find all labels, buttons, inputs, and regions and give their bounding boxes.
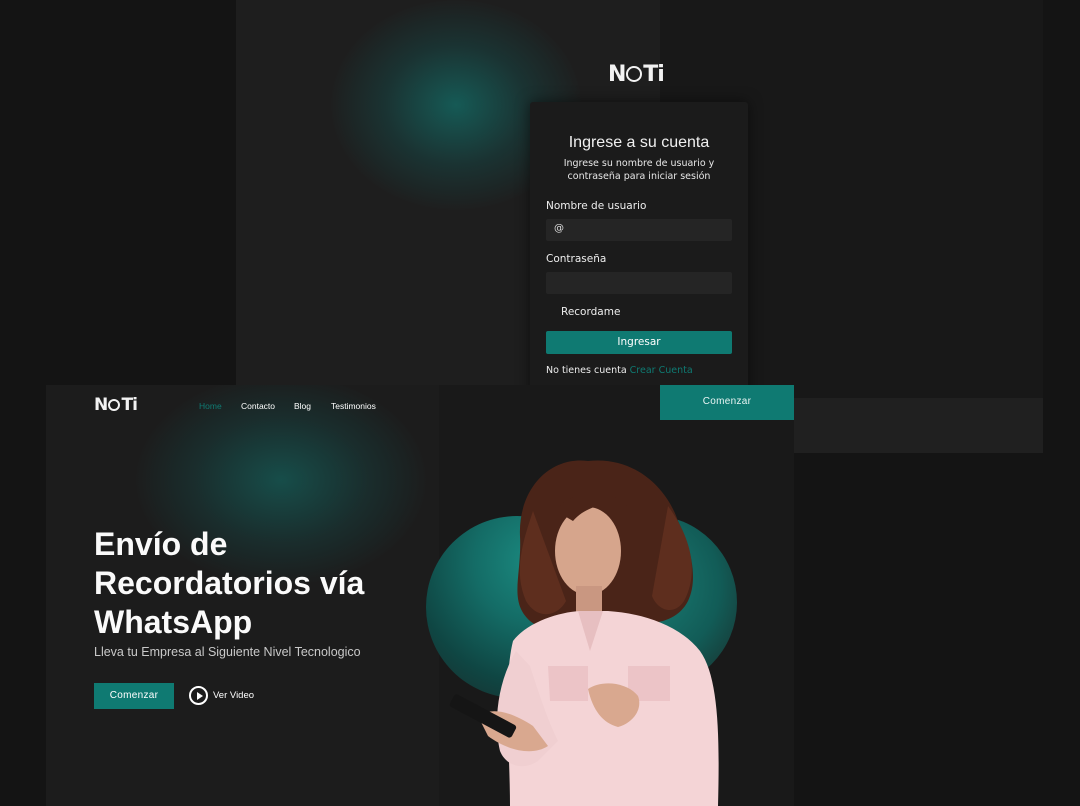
hero-subtitle: Lleva tu Empresa al Siguiente Nivel Tecn…: [94, 645, 361, 659]
remember-checkbox[interactable]: [546, 307, 556, 317]
play-icon[interactable]: [189, 686, 208, 705]
hero-title: Envío de Recordatorios vía WhatsApp: [94, 526, 365, 640]
landing-page: N Ti Home Contacto Blog Testimonios Comen…: [46, 385, 794, 806]
username-label: Nombre de usuario: [546, 200, 647, 212]
login-title: Ingrese a su cuenta: [568, 134, 710, 151]
comenzar-hero-button[interactable]: Comenzar: [94, 683, 174, 709]
nav-testimonios[interactable]: Testimonios: [331, 401, 376, 411]
login-logo: N Ti: [608, 62, 665, 87]
landing-logo[interactable]: N Ti: [94, 395, 138, 415]
no-account-row: No tienes cuenta Crear Cuenta: [546, 365, 693, 376]
password-label: Contraseña: [546, 253, 607, 265]
login-card: Ingrese a su cuenta Ingrese su nombre de…: [530, 102, 748, 402]
nav-blog[interactable]: Blog: [294, 401, 311, 411]
nav-home[interactable]: Home: [199, 401, 222, 411]
remember-label: Recordame: [561, 306, 621, 318]
ver-video-link[interactable]: Ver Video: [213, 690, 254, 701]
nav-contacto[interactable]: Contacto: [241, 401, 275, 411]
login-submit-button[interactable]: Ingresar: [546, 331, 732, 354]
password-input[interactable]: [546, 272, 732, 294]
create-account-link[interactable]: Crear Cuenta: [630, 365, 693, 376]
no-account-text: No tienes cuenta: [546, 365, 627, 376]
at-prefix: @: [554, 223, 564, 234]
person-photo: [449, 460, 719, 806]
login-subtitle: Ingrese su nombre de usuario y contraseñ…: [563, 158, 715, 182]
username-input[interactable]: @: [546, 219, 732, 241]
comenzar-top-button[interactable]: Comenzar: [660, 385, 794, 420]
